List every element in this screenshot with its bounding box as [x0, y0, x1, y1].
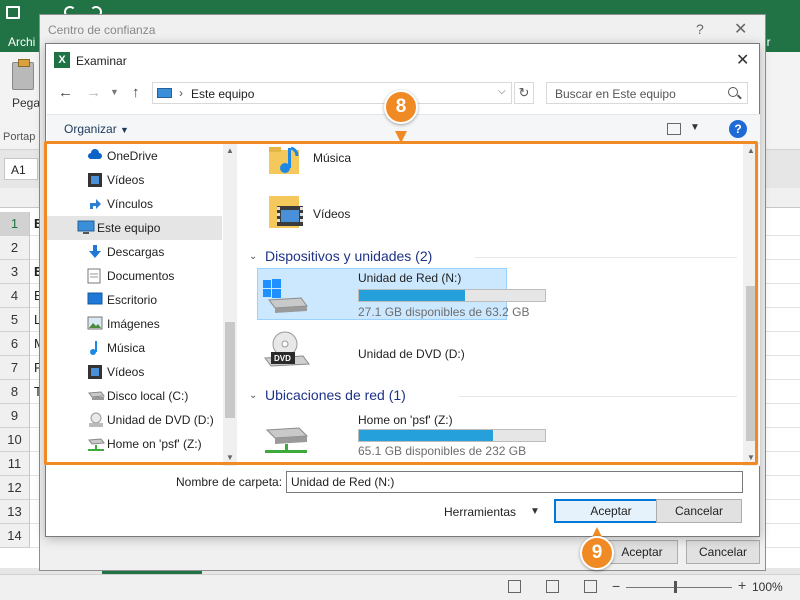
- tools-menu[interactable]: Herramientas: [444, 505, 516, 519]
- normal-view-icon[interactable]: [508, 580, 521, 593]
- paste-label[interactable]: Pega: [12, 96, 40, 110]
- breadcrumb-separator-icon[interactable]: ›: [179, 86, 183, 100]
- step-9-badge: 9: [580, 536, 614, 570]
- computer-icon: [157, 88, 172, 98]
- step-8-badge: 8: [384, 90, 418, 124]
- row-header[interactable]: 7: [0, 356, 30, 380]
- row-header[interactable]: 14: [0, 524, 30, 548]
- row-header[interactable]: 11: [0, 452, 30, 476]
- view-dropdown-icon[interactable]: ▼: [690, 122, 700, 133]
- organize-menu[interactable]: Organizar ▼: [64, 122, 129, 136]
- row-header[interactable]: 3: [0, 260, 30, 284]
- cancel-button[interactable]: Cancelar: [656, 499, 742, 523]
- row-header[interactable]: 9: [0, 404, 30, 428]
- file-tab[interactable]: Archi: [8, 35, 35, 49]
- search-icon[interactable]: [728, 87, 738, 97]
- ok-button[interactable]: Aceptar: [554, 499, 668, 523]
- excel-app-icon: X: [54, 52, 70, 68]
- help-icon[interactable]: ?: [729, 120, 747, 138]
- trust-center-title: Centro de confianza: [48, 23, 156, 37]
- row-header[interactable]: 6: [0, 332, 30, 356]
- step-8-highlight-frame: [44, 141, 758, 465]
- recent-dropdown-icon[interactable]: ▼: [110, 87, 119, 97]
- row-header[interactable]: 12: [0, 476, 30, 500]
- zoom-slider-track[interactable]: [626, 587, 732, 588]
- organize-label[interactable]: Organizar: [64, 122, 117, 136]
- chevron-down-icon[interactable]: ▼: [120, 125, 129, 135]
- tools-chevron-down-icon[interactable]: ▼: [530, 506, 540, 517]
- row-header[interactable]: 13: [0, 500, 30, 524]
- address-bar[interactable]: › Este equipo ⌵: [152, 82, 512, 104]
- folder-name-input[interactable]: Unidad de Red (N:): [286, 471, 743, 493]
- back-arrow-icon[interactable]: ←: [58, 84, 73, 101]
- refresh-icon[interactable]: ↻: [514, 82, 534, 104]
- page-break-icon[interactable]: [584, 580, 597, 593]
- address-text[interactable]: Este equipo: [191, 87, 254, 101]
- zoom-slider-thumb[interactable]: [674, 581, 677, 593]
- zoom-in-icon[interactable]: +: [738, 577, 746, 593]
- zoom-out-icon[interactable]: −: [612, 578, 620, 594]
- trust-center-cancel-button[interactable]: Cancelar: [686, 540, 760, 564]
- address-dropdown-icon[interactable]: ⌵: [498, 86, 506, 97]
- trust-center-help-button[interactable]: ?: [696, 21, 704, 37]
- row-header[interactable]: 1: [0, 212, 30, 236]
- search-placeholder[interactable]: Buscar en Este equipo: [555, 87, 676, 101]
- row-header[interactable]: 10: [0, 428, 30, 452]
- trust-center-ok-button[interactable]: Aceptar: [606, 540, 678, 564]
- view-options-icon[interactable]: [667, 123, 681, 135]
- browse-close-icon[interactable]: ✕: [736, 50, 749, 70]
- up-arrow-icon[interactable]: ↑: [132, 84, 140, 101]
- paste-icon[interactable]: [12, 59, 34, 90]
- row-header[interactable]: 4: [0, 284, 30, 308]
- row-header[interactable]: 2: [0, 236, 30, 260]
- folder-name-label: Nombre de carpeta:: [176, 475, 283, 489]
- page-layout-icon[interactable]: [546, 580, 559, 593]
- save-icon[interactable]: [6, 6, 20, 19]
- name-box[interactable]: A1: [4, 158, 38, 180]
- row-header[interactable]: 5: [0, 308, 30, 332]
- search-input[interactable]: Buscar en Este equipo: [546, 82, 748, 104]
- forward-arrow-icon[interactable]: →: [86, 84, 101, 101]
- browse-title: Examinar: [76, 54, 127, 68]
- zoom-level[interactable]: 100%: [752, 580, 783, 594]
- row-header[interactable]: 8: [0, 380, 30, 404]
- step-8-badge-tail: [395, 131, 407, 143]
- clipboard-group-label: Portap: [3, 131, 36, 143]
- trust-center-close-icon[interactable]: ✕: [734, 19, 747, 39]
